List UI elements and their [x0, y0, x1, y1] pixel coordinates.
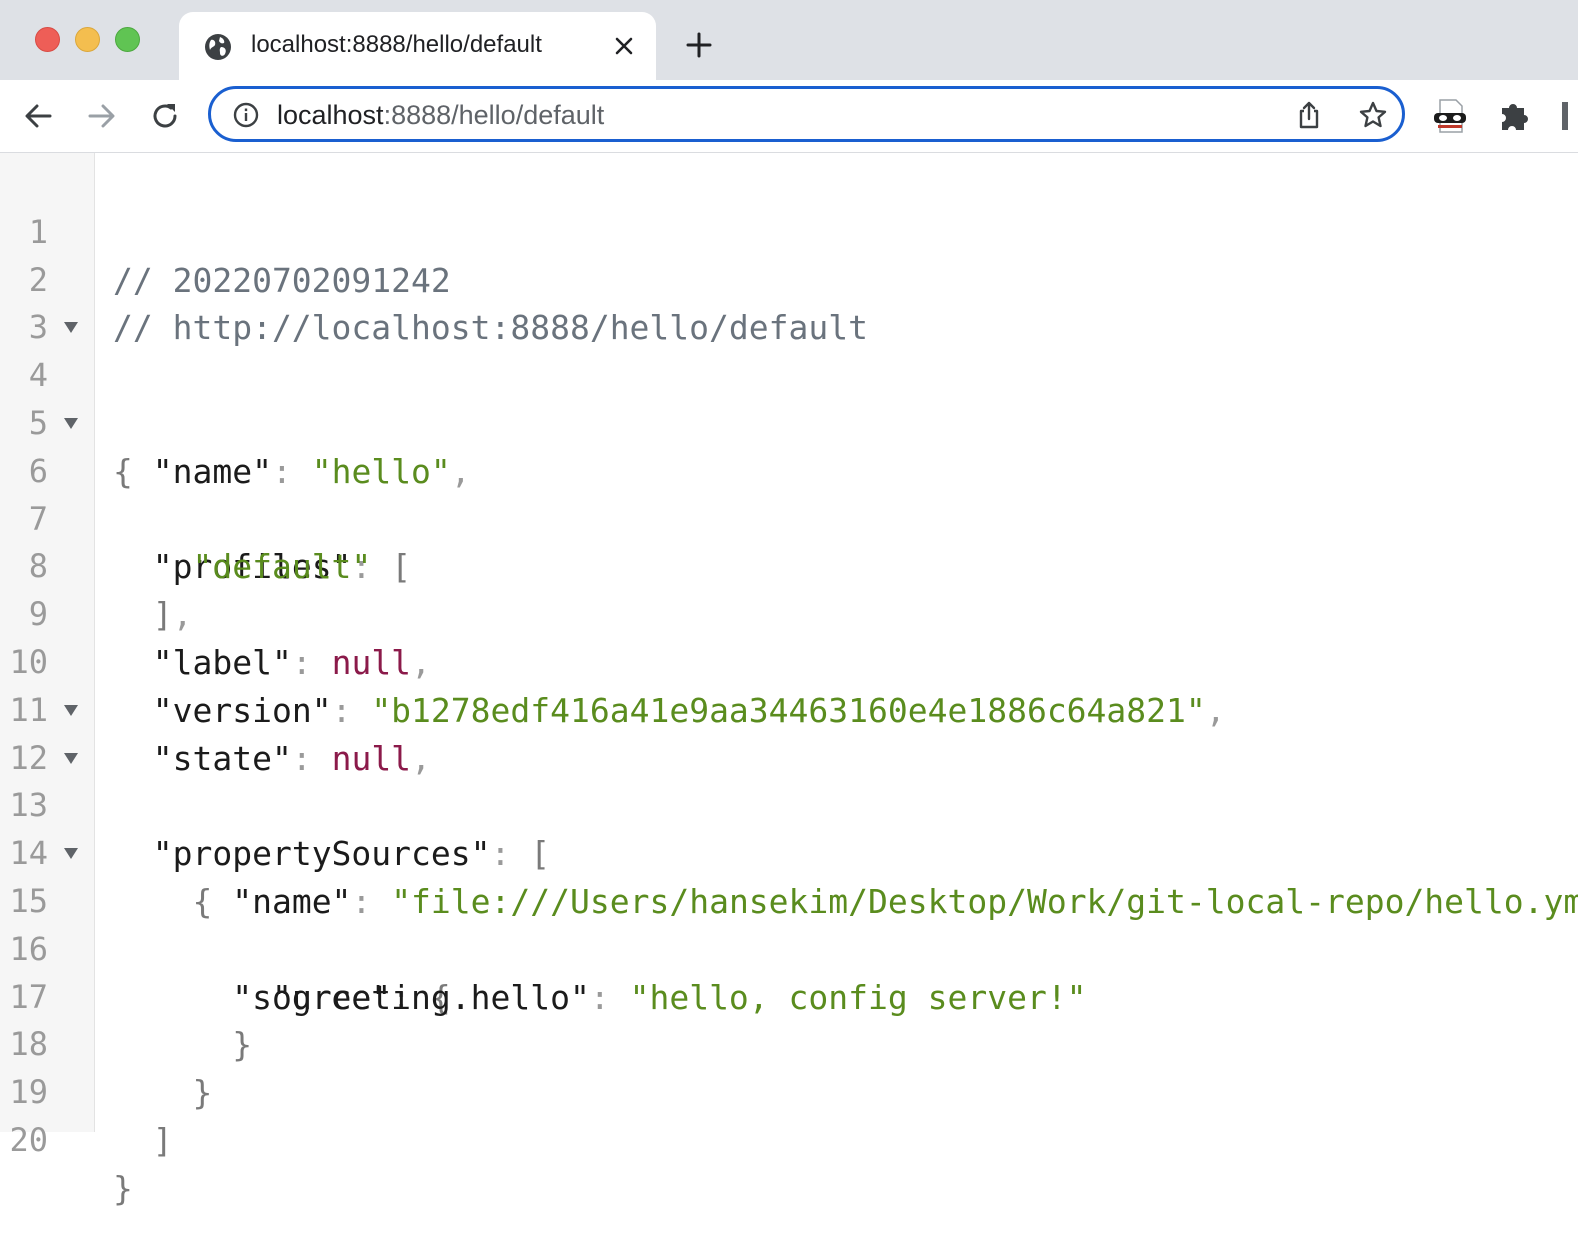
minimize-window-button[interactable] — [75, 27, 100, 52]
code-line: 5 "name": "hello", — [0, 352, 1578, 491]
json-viewer: 1 // 20220702091242 2 // http://localhos… — [0, 153, 1578, 1208]
reload-icon[interactable] — [147, 98, 183, 134]
code-line: 14 "name": "file:///Users/hansekim/Deskt… — [0, 782, 1578, 921]
code-line: 2 // http://localhost:8888/hello/default — [0, 209, 1578, 348]
close-brace: } — [113, 1168, 133, 1208]
close-window-button[interactable] — [35, 27, 60, 52]
address-url: localhost:8888/hello/default — [277, 100, 604, 131]
active-tab[interactable]: localhost:8888/hello/default — [179, 12, 656, 80]
back-arrow-icon[interactable] — [20, 98, 56, 134]
code-line: 18 } — [0, 974, 1578, 1112]
code-line: 8 ], — [0, 496, 1578, 634]
close-bracket: ] — [113, 1120, 173, 1160]
tab-strip: localhost:8888/hello/default — [0, 0, 1578, 80]
code-line: 11 "state": null, — [0, 639, 1578, 778]
extension-mask-icon[interactable] — [1430, 98, 1470, 134]
code-line: 3 — [0, 257, 1578, 346]
globe-icon — [205, 34, 231, 60]
code-line: 16 "greeting.hello": "hello, config serv… — [0, 878, 1578, 1017]
code-line: 17 } — [0, 926, 1578, 1065]
fold-toggle-icon[interactable] — [64, 752, 78, 764]
code-line: 10 "version": "b1278edf416a41e9aa3446316… — [0, 591, 1578, 730]
address-bar[interactable]: localhost:8888/hello/default — [208, 86, 1405, 142]
maximize-window-button[interactable] — [115, 27, 140, 52]
code-line: 4 { — [0, 304, 1578, 491]
code-line: 12 "propertySources": [ — [0, 687, 1578, 873]
browser-toolbar: localhost:8888/hello/default — [0, 80, 1578, 153]
side-panel-icon[interactable] — [1562, 102, 1568, 130]
share-icon[interactable] — [1294, 100, 1324, 130]
bookmark-star-icon[interactable] — [1358, 100, 1388, 130]
fold-toggle-icon[interactable] — [64, 704, 78, 716]
code-line: 1 // 20220702091242 — [0, 161, 1578, 300]
close-tab-icon[interactable] — [611, 33, 637, 59]
code-line: 15 "source": { — [0, 830, 1578, 1017]
fold-toggle-icon[interactable] — [64, 322, 78, 334]
extensions-puzzle-icon[interactable] — [1496, 98, 1532, 134]
code-line: 13 { — [0, 735, 1578, 921]
info-icon[interactable] — [233, 102, 259, 128]
code-line: 19 ] — [0, 1021, 1578, 1160]
code-line: 7 "default" — [0, 448, 1578, 587]
code-line: 6 "profiles": [ — [0, 400, 1578, 586]
fold-toggle-icon[interactable] — [64, 418, 78, 429]
tab-title: localhost:8888/hello/default — [251, 31, 542, 58]
line-number: 20 — [9, 1120, 48, 1159]
url-host: localhost — [277, 100, 384, 130]
new-tab-plus-icon[interactable] — [684, 30, 714, 60]
url-path: :8888/hello/default — [383, 100, 605, 130]
code-line: 9 "label": null, — [0, 543, 1578, 682]
code-line: 20 } — [0, 1069, 1578, 1208]
fold-toggle-icon[interactable] — [64, 848, 78, 860]
forward-arrow-icon[interactable] — [84, 98, 120, 134]
